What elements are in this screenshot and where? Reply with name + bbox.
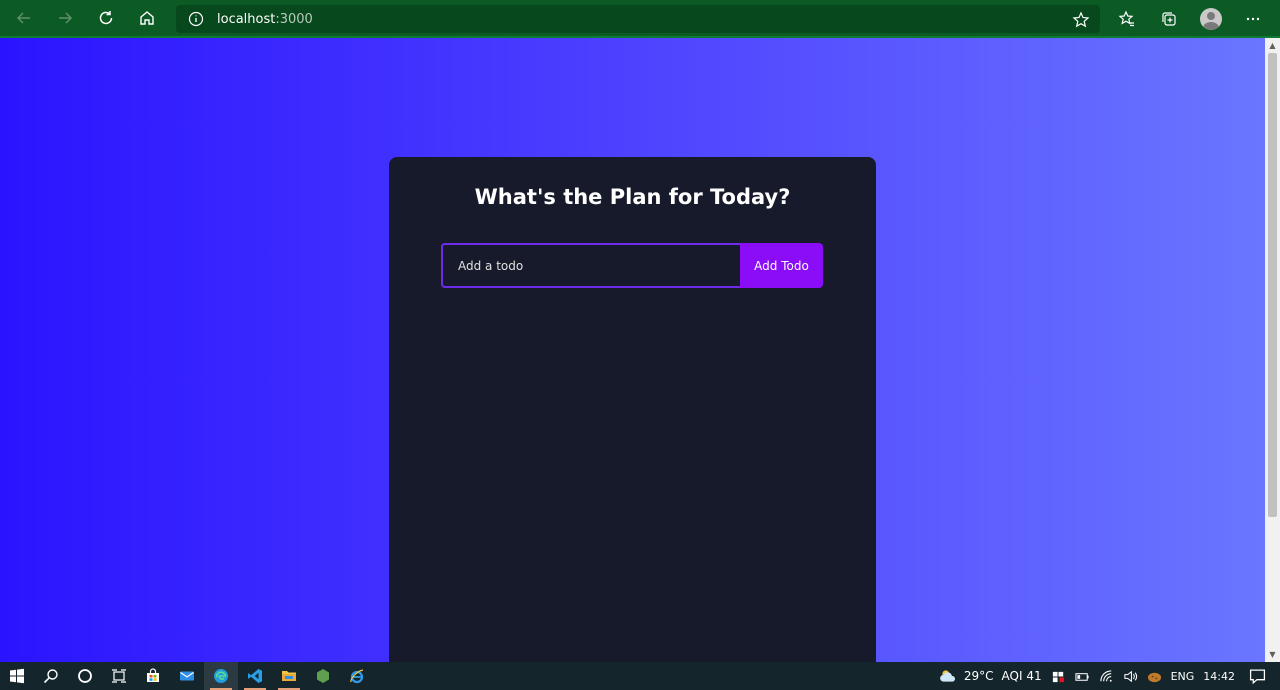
favorites-icon [1118, 10, 1134, 27]
refresh-button[interactable] [89, 3, 123, 33]
vertical-scrollbar[interactable]: ▲ ▼ [1265, 38, 1280, 662]
battery-tray[interactable] [1075, 669, 1090, 684]
ie-icon [350, 669, 364, 684]
volume-tray[interactable] [1123, 669, 1138, 684]
home-icon [140, 11, 154, 25]
wifi-icon [1099, 669, 1112, 682]
more-button[interactable] [1238, 4, 1268, 34]
vscode-button[interactable] [238, 662, 272, 690]
url-text: localhost:3000 [217, 11, 313, 27]
edge-icon [214, 669, 228, 683]
more-icon [1246, 17, 1260, 21]
file-explorer-icon [282, 671, 296, 681]
weather-cloud-icon [939, 670, 955, 682]
home-button[interactable] [130, 3, 164, 33]
notification-button[interactable] [1249, 668, 1266, 685]
cortana-button[interactable] [68, 662, 102, 690]
shield-icon [1052, 671, 1064, 682]
search-button[interactable] [34, 662, 68, 690]
back-button[interactable] [7, 3, 41, 33]
collections-button[interactable] [1154, 4, 1184, 34]
add-todo-button[interactable]: Add Todo [740, 243, 823, 288]
clock[interactable]: 14:42 [1203, 670, 1235, 683]
scroll-down-icon[interactable]: ▼ [1265, 647, 1280, 662]
info-icon[interactable] [188, 11, 204, 27]
volume-icon [1123, 670, 1137, 682]
battery-icon [1075, 672, 1089, 681]
language-indicator[interactable]: ENG [1171, 670, 1195, 683]
refresh-icon [99, 11, 113, 25]
todo-app-card: What's the Plan for Today? Add Todo [389, 157, 876, 662]
forward-button[interactable] [48, 3, 82, 33]
store-button[interactable] [136, 662, 170, 690]
address-bar[interactable]: localhost:3000 [176, 5, 1100, 33]
scroll-up-icon[interactable]: ▲ [1265, 38, 1280, 53]
back-arrow-icon [16, 12, 30, 24]
browser-tools [1112, 4, 1280, 34]
node-button[interactable] [306, 662, 340, 690]
wifi-tray[interactable] [1099, 669, 1114, 684]
node-icon [317, 669, 329, 683]
cookie-icon [1147, 672, 1161, 682]
page-background: What's the Plan for Today? Add Todo [0, 38, 1265, 662]
weather-temp: 29°C [963, 669, 994, 683]
profile-avatar [1200, 8, 1222, 30]
todo-form: Add Todo [441, 243, 823, 288]
weather-widget[interactable]: 29°C AQI 41 [938, 667, 1042, 685]
scrollbar-thumb[interactable] [1268, 53, 1277, 517]
file-explorer-button[interactable] [272, 662, 306, 690]
ie-button[interactable] [340, 662, 374, 690]
notification-icon [1249, 668, 1266, 684]
cookie-tray[interactable] [1147, 669, 1162, 684]
task-view-button[interactable] [102, 662, 136, 690]
search-icon [43, 669, 58, 684]
vscode-icon [248, 669, 262, 683]
collections-icon [1162, 12, 1176, 26]
security-tray[interactable] [1051, 669, 1066, 684]
browser-toolbar: localhost:3000 [0, 0, 1280, 38]
add-favorite-icon[interactable] [1072, 11, 1090, 29]
system-tray: 29°C AQI 41 ENG 14:42 [938, 662, 1280, 690]
favorites-button[interactable] [1112, 4, 1142, 34]
forward-arrow-icon [59, 12, 73, 24]
windows-taskbar: 29°C AQI 41 ENG 14:42 [0, 662, 1280, 690]
start-button[interactable] [0, 662, 34, 690]
cortana-icon [78, 669, 92, 683]
task-view-icon [112, 669, 126, 683]
todo-input[interactable] [441, 243, 740, 288]
page-title: What's the Plan for Today? [474, 185, 791, 209]
mail-button[interactable] [170, 662, 204, 690]
aqi-value: AQI 41 [1001, 669, 1042, 683]
profile-button[interactable] [1196, 4, 1226, 34]
edge-button[interactable] [204, 662, 238, 690]
start-icon [10, 668, 24, 684]
mail-icon [180, 671, 194, 681]
store-icon [147, 668, 159, 682]
